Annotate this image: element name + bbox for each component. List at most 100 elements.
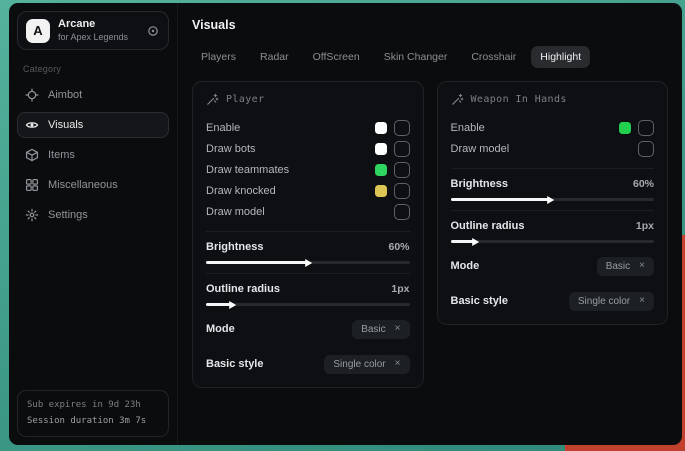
toggle-controls: [375, 162, 410, 178]
panel-title: Player: [226, 94, 265, 105]
checkbox[interactable]: [394, 183, 410, 199]
target-icon[interactable]: [146, 24, 160, 38]
color-swatch[interactable]: [375, 122, 387, 134]
tab-bar: Players Radar OffScreen Skin ChangerCrossha…: [192, 46, 668, 68]
eye-icon: [25, 118, 39, 132]
checkbox[interactable]: [638, 120, 654, 136]
slider[interactable]: [206, 261, 410, 264]
session-duration-text: Session duration 3m 7s: [27, 414, 159, 429]
checkbox[interactable]: [394, 141, 410, 157]
slider-value: 60%: [633, 178, 654, 190]
tab-skin-changer[interactable]: Skin Changer: [375, 46, 457, 68]
toggle-controls: [375, 120, 410, 136]
toggle-label: Enable: [451, 122, 485, 134]
chip-text: Basic: [606, 261, 630, 272]
chip-text: Single color: [578, 296, 630, 307]
app-subtitle: for Apex Legends: [58, 32, 128, 43]
slider[interactable]: [206, 303, 410, 306]
checkbox[interactable]: [394, 120, 410, 136]
sidebar-item-miscellaneous[interactable]: Miscellaneous: [17, 172, 169, 198]
sidebar-item-visuals[interactable]: Visuals: [17, 112, 169, 138]
color-swatch[interactable]: [375, 185, 387, 197]
slider-thumb[interactable]: [230, 301, 237, 309]
panel-weapon-in-hands: Weapon In HandsEnableDraw modelBrightnes…: [437, 81, 669, 325]
sidebar-item-settings[interactable]: Settings: [17, 202, 169, 228]
remove-icon[interactable]: ×: [395, 359, 401, 369]
slider-value: 1px: [636, 220, 654, 232]
toggle-row-draw-bots: Draw bots: [206, 138, 410, 159]
slider-group-brightness: Brightness 60%: [206, 231, 410, 264]
tab-players[interactable]: Players: [192, 46, 245, 68]
slider-thumb[interactable]: [547, 196, 554, 204]
color-swatch[interactable]: [375, 143, 387, 155]
toggle-label: Enable: [206, 122, 240, 134]
slider-label: Brightness: [206, 241, 263, 253]
background-red-corner: [565, 444, 685, 451]
chip-text: Basic: [361, 324, 385, 335]
toggle-label: Draw bots: [206, 143, 256, 155]
toggle-controls: [375, 141, 410, 157]
slider-fill: [206, 261, 308, 264]
toggle-label: Draw teammates: [206, 164, 289, 176]
checkbox[interactable]: [638, 141, 654, 157]
selected-chip[interactable]: Basic ×: [597, 257, 654, 276]
slider-thumb[interactable]: [305, 259, 312, 267]
sidebar: A Arcane for Apex Legends Category Aimbo…: [9, 3, 178, 445]
sidebar-item-label: Settings: [48, 209, 88, 221]
remove-icon[interactable]: ×: [639, 261, 645, 271]
remove-icon[interactable]: ×: [639, 296, 645, 306]
slider-label: Outline radius: [451, 220, 525, 232]
selected-chip[interactable]: Single color×: [324, 355, 409, 374]
sidebar-item-items[interactable]: Items: [17, 142, 169, 168]
tab-highlight[interactable]: Highlight: [531, 46, 590, 68]
slider-labels: Outline radius 1px: [451, 220, 655, 232]
app-logo: A: [26, 19, 50, 43]
slider-fill: [451, 198, 551, 201]
session-info-card: Sub expires in 9d 23h Session duration 3…: [17, 390, 169, 437]
page-title: Visuals: [192, 18, 668, 32]
slider[interactable]: [451, 198, 655, 201]
tab-radar[interactable]: Radar: [251, 46, 298, 68]
toggle-controls: [638, 141, 654, 157]
sidebar-item-aimbot[interactable]: Aimbot: [17, 82, 169, 108]
crosshair-icon: [25, 88, 39, 102]
tab-crosshair[interactable]: Crosshair: [462, 46, 525, 68]
sidebar-nav: Aimbot Visuals Items Miscellaneous Settings: [17, 82, 169, 228]
brand-text: Arcane for Apex Legends: [58, 18, 128, 43]
slider-group-outline-radius: Outline radius1px: [206, 273, 410, 306]
slider[interactable]: [451, 240, 655, 243]
app-window: A Arcane for Apex Legends Category Aimbo…: [9, 3, 682, 445]
wand-icon: [206, 93, 219, 106]
select-label: Mode: [451, 260, 480, 272]
color-swatch[interactable]: [619, 122, 631, 134]
game-background: A Arcane for Apex Legends Category Aimbo…: [0, 0, 685, 451]
selected-chip[interactable]: Single color ×: [569, 292, 654, 311]
toggle-controls: [394, 204, 410, 220]
toggle-row-draw-teammates: Draw teammates: [206, 159, 410, 180]
slider-thumb[interactable]: [472, 238, 479, 246]
sidebar-item-label: Miscellaneous: [48, 179, 118, 191]
slider-group-outline-radius: Outline radius 1px: [451, 210, 655, 243]
checkbox[interactable]: [394, 204, 410, 220]
slider-labels: Outline radius1px: [206, 283, 410, 295]
main-content: Visuals Players Radar OffScreen Skin Change…: [178, 3, 682, 445]
panels-container: Player Enable Draw bots Draw teammates Draw …: [192, 81, 668, 388]
slider-fill: [206, 303, 232, 306]
tab-offscreen[interactable]: OffScreen: [304, 46, 369, 68]
select-label: Mode: [206, 323, 235, 335]
panel-title: Weapon In Hands: [471, 94, 567, 105]
slider-value: 60%: [388, 241, 409, 253]
slider-group-brightness: Brightness60%: [451, 168, 655, 201]
toggle-row-draw-model: Draw model: [206, 201, 410, 222]
slider-labels: Brightness 60%: [206, 241, 410, 253]
toggle-row-draw-knocked: Draw knocked: [206, 180, 410, 201]
sidebar-item-label: Visuals: [48, 119, 83, 131]
selected-chip[interactable]: Basic ×: [352, 320, 409, 339]
checkbox[interactable]: [394, 162, 410, 178]
remove-icon[interactable]: ×: [395, 324, 401, 334]
color-swatch[interactable]: [375, 164, 387, 176]
sidebar-item-label: Aimbot: [48, 89, 82, 101]
toggle-row-enable: Enable: [451, 117, 655, 138]
select-row-mode: Mode Basic ×: [206, 317, 410, 341]
sub-expiry-text: Sub expires in 9d 23h: [27, 398, 159, 413]
